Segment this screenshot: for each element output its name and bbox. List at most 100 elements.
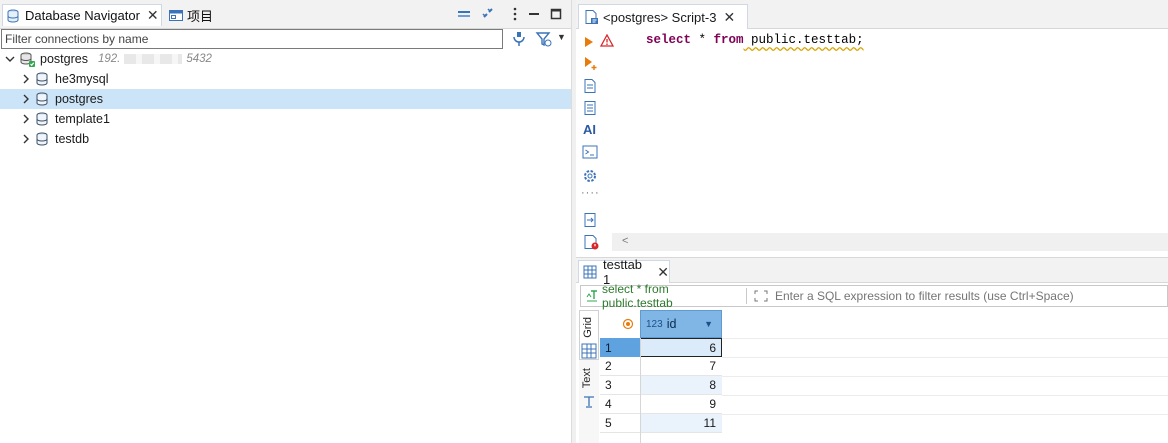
sql-editor[interactable]: select * from public.testtab; [599, 29, 1168, 233]
tree-item-database[interactable]: template1 [0, 109, 571, 129]
grid-icon[interactable] [581, 343, 597, 362]
sort-dropdown-icon[interactable]: ▼ [704, 319, 713, 329]
column-header-id[interactable]: 123 id ▼ [640, 310, 722, 338]
grid-divider [722, 395, 1168, 396]
scroll-left-icon[interactable]: < [622, 235, 628, 247]
connection-name: postgres [40, 52, 88, 66]
project-icon [168, 7, 184, 23]
database-icon [35, 92, 49, 106]
table-cell[interactable]: 7 [640, 357, 722, 376]
tab-projects-label: 项目 [187, 8, 214, 24]
tab-script[interactable]: <postgres> Script-3 ✕ [578, 4, 748, 29]
navigator-filter-row: ▼ [0, 29, 571, 49]
maximize-icon[interactable] [548, 6, 564, 22]
tree-item-connection[interactable]: postgres 192. 5432 [0, 49, 571, 69]
column-name: id [666, 317, 677, 331]
connection-port: 5432 [186, 53, 212, 65]
results-filter-bar: select * from public.testtab [580, 282, 1168, 310]
database-label: postgres [55, 92, 103, 106]
close-icon[interactable]: ✕ [147, 7, 159, 24]
collapse-all-icon[interactable] [456, 6, 472, 22]
execute-new-tab-icon[interactable] [584, 56, 598, 73]
results-query-label[interactable]: select * from public.testtab [602, 282, 740, 310]
chevron-right-icon[interactable] [20, 133, 32, 145]
table-icon [583, 265, 597, 279]
close-icon[interactable]: ✕ [723, 9, 735, 26]
results-tabbar: testtab 1 ✕ [576, 257, 1168, 287]
warning-icon [599, 33, 615, 50]
row-number[interactable]: 2 [600, 357, 640, 376]
row-number[interactable]: 5 [600, 414, 640, 433]
editor-side-toolbar: AI ···· [576, 29, 612, 259]
editor-and-results-panel: <postgres> Script-3 ✕ AI ···· select * f… [576, 0, 1168, 443]
chevron-right-icon[interactable] [20, 73, 32, 85]
more-icon[interactable]: ···· [581, 187, 600, 199]
grid-divider [722, 376, 1168, 377]
results-view-tabs: Grid Text [579, 310, 599, 443]
execute-statement-icon[interactable] [584, 36, 594, 51]
minimize-icon[interactable] [526, 6, 542, 22]
table-cell[interactable]: 11 [640, 414, 722, 433]
grid-divider [722, 414, 1168, 415]
results-filter-input[interactable] [774, 289, 1168, 303]
row-number[interactable]: 1 [600, 338, 640, 357]
database-icon [35, 72, 49, 86]
tab-database-navigator-label: Database Navigator [25, 8, 140, 23]
ai-assist-icon[interactable]: AI [583, 122, 596, 137]
connection-host: 192. [97, 53, 121, 65]
sql-text: * [691, 33, 714, 47]
link-with-editor-icon[interactable] [480, 6, 496, 22]
text-view-icon[interactable] [582, 395, 596, 412]
tab-database-navigator[interactable]: Database Navigator ✕ [2, 4, 162, 26]
tree-item-database[interactable]: he3mysql [0, 69, 571, 89]
row-number[interactable]: 3 [600, 376, 640, 395]
numeric-type-icon: 123 [646, 318, 663, 330]
database-navigator-panel: Database Navigator ✕ 项目 Filter connectio… [0, 0, 571, 443]
tab-text-label[interactable]: Text [581, 368, 597, 388]
database-icon [35, 112, 49, 126]
grid-corner[interactable] [600, 310, 640, 338]
expand-icon[interactable] [753, 289, 769, 303]
filter-connections-input[interactable] [1, 29, 503, 49]
table-cell[interactable]: 9 [640, 395, 722, 414]
grid-divider [640, 338, 641, 443]
tree-item-database[interactable]: testdb [0, 129, 571, 149]
view-menu-icon[interactable] [507, 6, 523, 22]
sql-table-reference: public.testtab; [743, 33, 864, 47]
sql-keyword: from [713, 33, 744, 47]
editor-horizontal-scrollbar[interactable]: < [612, 233, 1168, 251]
database-label: template1 [55, 112, 110, 126]
filter-icon[interactable] [535, 31, 553, 47]
separator [745, 288, 747, 304]
sql-code-line[interactable]: select * from public.testtab; [646, 33, 864, 47]
filter-connected-icon[interactable] [510, 31, 528, 47]
execute-script-new-tab-icon[interactable] [583, 100, 597, 119]
tab-grid-label: Grid [582, 317, 594, 338]
chevron-right-icon[interactable] [20, 113, 32, 125]
tab-projects[interactable]: 项目 [168, 4, 213, 26]
sql-script-icon [583, 9, 599, 25]
table-cell[interactable]: 8 [640, 376, 722, 395]
error-log-icon[interactable] [583, 234, 599, 253]
chevron-down-icon[interactable] [4, 53, 16, 65]
execute-script-icon[interactable] [583, 78, 597, 97]
row-selector-icon[interactable] [622, 318, 634, 330]
row-number[interactable]: 4 [600, 395, 640, 414]
gear-icon[interactable] [582, 168, 598, 187]
export-icon[interactable] [583, 212, 597, 231]
grid-divider [722, 338, 1168, 339]
filter-dropdown-icon[interactable]: ▼ [557, 32, 566, 42]
tab-results[interactable]: testtab 1 ✕ [578, 257, 670, 287]
masked-host-placeholder [124, 54, 183, 64]
sql-keyword: select [646, 33, 692, 47]
sql-query-icon [585, 289, 599, 303]
close-icon[interactable]: ✕ [657, 264, 669, 281]
terminal-icon[interactable] [582, 145, 598, 162]
grid-divider [722, 357, 1168, 358]
tree-item-database-selected[interactable]: postgres [0, 89, 571, 109]
tab-script-label: <postgres> Script-3 [603, 9, 717, 25]
database-icon [35, 132, 49, 146]
database-navigator-icon [5, 8, 21, 24]
chevron-right-icon[interactable] [20, 93, 32, 105]
table-cell-selected[interactable]: 6 [640, 338, 722, 357]
